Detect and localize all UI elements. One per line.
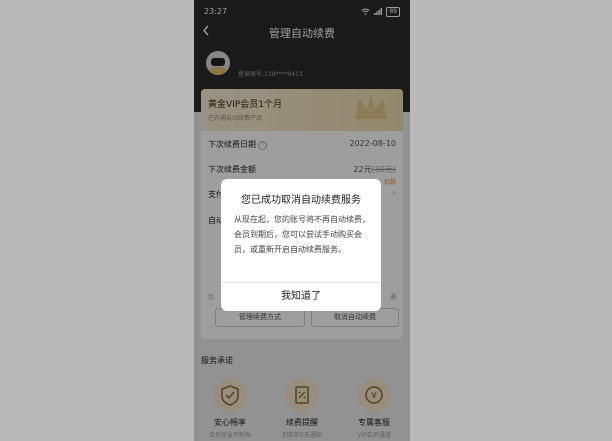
- got-it-button[interactable]: 我知道了: [221, 283, 381, 311]
- phone-screen: 23:27 89 管理自动续费 登录账号:139****9413 黄金VIP会员…: [194, 0, 410, 441]
- cancel-success-dialog: 您已成功取消自动续费服务 从现在起，您的账号将不再自动续费，会员到期后，您可以尝…: [221, 179, 381, 311]
- dialog-title: 您已成功取消自动续费服务: [241, 195, 361, 206]
- dialog-message: 从现在起，您的账号将不再自动续费，会员到期后，您可以尝试手动购买会员，或重新开启…: [234, 215, 370, 254]
